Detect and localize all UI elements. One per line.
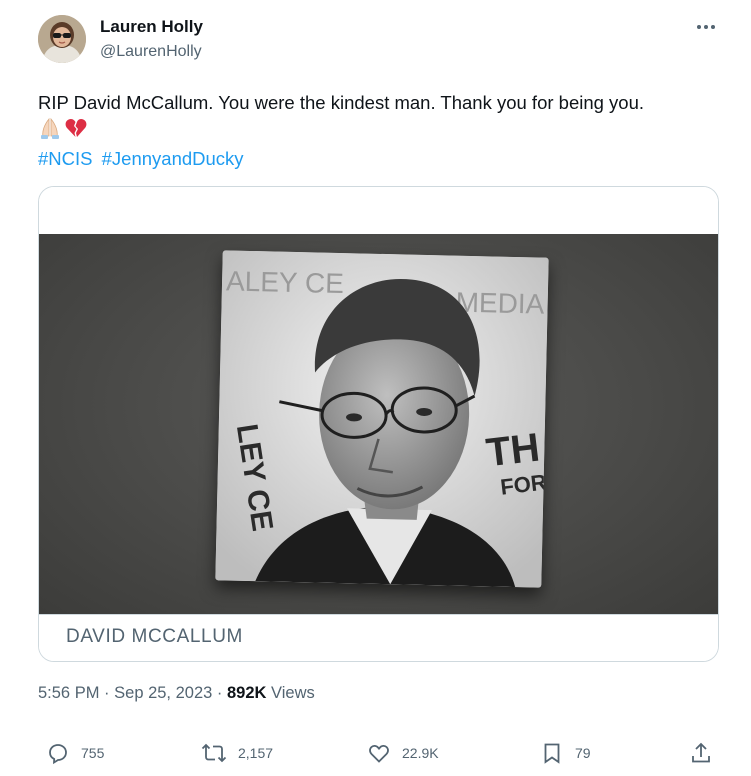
repost-count: 2,157 bbox=[238, 745, 274, 761]
like-button[interactable]: 22.9K bbox=[367, 738, 439, 768]
hashtag-jennyandducky[interactable]: #JennyandDucky bbox=[102, 148, 244, 169]
card-title: DAVID MCCALLUM bbox=[66, 626, 243, 647]
reply-icon bbox=[46, 741, 70, 765]
portrait-photo: ALEY CE MEDIA LEY CE TH FOR bbox=[215, 250, 549, 588]
card-image[interactable]: ALEY CE MEDIA LEY CE TH FOR bbox=[39, 234, 718, 614]
bookmark-icon bbox=[540, 741, 564, 765]
sign-text-top-right: MEDIA bbox=[455, 287, 545, 320]
meta-separator: · bbox=[104, 684, 110, 702]
like-count: 22.9K bbox=[402, 745, 439, 761]
tweet-emojis bbox=[38, 116, 88, 140]
media-card[interactable]: ALEY CE MEDIA LEY CE TH FOR DAVID MCCALL… bbox=[38, 186, 719, 662]
meta-separator: · bbox=[216, 684, 223, 702]
sign-text-top-left: ALEY CE bbox=[226, 265, 344, 299]
views-label: Views bbox=[271, 684, 315, 702]
author-name[interactable]: Lauren Holly bbox=[100, 16, 203, 38]
hashtags: #NCIS #JennyandDucky bbox=[38, 145, 248, 173]
broken-heart-emoji bbox=[64, 116, 88, 140]
reply-button[interactable]: 755 bbox=[46, 738, 104, 768]
card-padding bbox=[39, 187, 718, 234]
more-options-icon[interactable] bbox=[692, 16, 720, 38]
repost-icon bbox=[201, 741, 227, 765]
views-count: 892K bbox=[227, 684, 267, 702]
bookmark-count: 79 bbox=[575, 745, 591, 761]
avatar[interactable] bbox=[38, 15, 86, 63]
tweet-meta: 5:56 PM · Sep 25, 2023 · 892K Views bbox=[38, 682, 315, 704]
praying-hands-emoji bbox=[38, 116, 62, 140]
reply-count: 755 bbox=[81, 745, 105, 761]
author-handle[interactable]: @LaurenHolly bbox=[100, 41, 202, 63]
bookmark-button[interactable]: 79 bbox=[540, 738, 591, 768]
action-bar: 755 2,157 22.9K 79 bbox=[0, 738, 751, 768]
like-icon bbox=[367, 741, 391, 765]
sign-text-right-1: TH bbox=[484, 425, 542, 475]
share-icon bbox=[689, 741, 713, 765]
tweet: Lauren Holly @LaurenHolly RIP David McCa… bbox=[0, 0, 751, 776]
tweet-date[interactable]: Sep 25, 2023 bbox=[114, 684, 212, 702]
repost-button[interactable]: 2,157 bbox=[201, 738, 273, 768]
card-caption[interactable]: DAVID MCCALLUM bbox=[39, 614, 718, 661]
tweet-text: RIP David McCallum. You were the kindest… bbox=[38, 92, 645, 113]
hashtag-ncis[interactable]: #NCIS bbox=[38, 148, 93, 169]
tweet-time[interactable]: 5:56 PM bbox=[38, 684, 99, 702]
share-button[interactable] bbox=[689, 738, 713, 768]
